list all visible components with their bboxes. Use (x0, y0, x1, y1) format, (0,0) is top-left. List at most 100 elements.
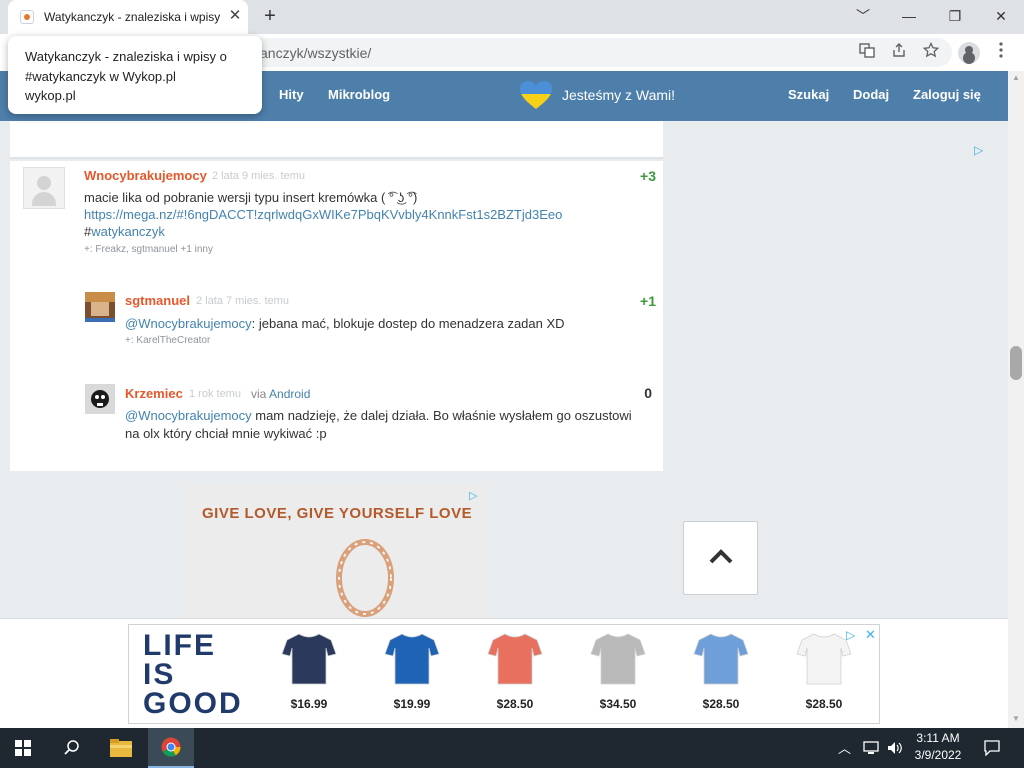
network-icon[interactable] (863, 741, 879, 755)
tshirt-product-icon[interactable] (590, 632, 646, 686)
bookmark-star-icon[interactable] (920, 41, 942, 64)
clock-time[interactable]: 3:11 AM (910, 731, 966, 745)
product-price[interactable]: $16.99 (279, 697, 339, 711)
tab-strip: Watykanczyk - znaleziska i wpisy ✕ + ﹀ —… (0, 0, 1024, 34)
wykop-favicon-icon (20, 10, 34, 24)
comment-author[interactable]: sgtmanuel (125, 293, 190, 308)
folder-icon (110, 739, 132, 757)
post-tag-line: #watykanczyk (84, 223, 165, 240)
nav-hity[interactable]: Hity (279, 87, 304, 102)
avatar-placeholder-icon[interactable] (23, 167, 65, 209)
previous-card (10, 121, 663, 159)
comment-votes[interactable]: +1 (616, 293, 656, 309)
tshirt-product-icon[interactable] (281, 632, 337, 686)
tooltip-domain: wykop.pl (25, 88, 76, 103)
post-plus-list[interactable]: +: Freakz, sgtmanuel +1 inny (84, 244, 213, 255)
tab-search-icon[interactable]: ﹀ (848, 4, 878, 28)
krzemiec-avatar-icon[interactable] (85, 384, 115, 414)
comment-text-line2: na olx który chciał mnie wykiwać :p (125, 426, 327, 441)
via-label: via (251, 387, 267, 401)
search-icon (64, 740, 79, 755)
restore-button[interactable]: ❐ (940, 4, 970, 28)
adchoices-icon[interactable]: ▷ (974, 143, 983, 157)
close-window-button[interactable]: ✕ (986, 4, 1016, 28)
browser-tab[interactable]: Watykanczyk - znaleziska i wpisy ✕ (8, 0, 248, 34)
translate-icon[interactable] (856, 42, 878, 64)
sgtmanuel-avatar-icon[interactable] (85, 292, 115, 322)
ukraine-heart-icon (520, 81, 552, 109)
minimize-button[interactable]: — (894, 4, 924, 28)
nav-dodaj[interactable]: Dodaj (853, 87, 889, 102)
scrollbar-thumb[interactable] (1010, 346, 1022, 380)
bottom-ad-banner: LIFE IS GOOD ▷ ✕ $16.99 $19.99 $28.50 $34.5… (0, 618, 1008, 729)
comment-body-line1: mam nadzieję, że dalej działa. Bo właśni… (251, 408, 632, 423)
comment-text: @Wnocybrakujemocy mam nadzieję, że dalej… (125, 407, 632, 424)
post-link-line: https://mega.nz/#!6ngDACCT!zqrlwdqGxWIKe… (84, 206, 562, 223)
share-icon[interactable] (888, 42, 910, 64)
product-price[interactable]: $28.50 (485, 697, 545, 711)
comment-via: via Android (251, 387, 310, 401)
comment-text: @Wnocybrakujemocy: jebana mać, blokuje d… (125, 315, 565, 332)
comment-votes[interactable]: 0 (612, 385, 652, 401)
comment-plus-list[interactable]: +: KarelTheCreator (125, 335, 210, 346)
page-content: ▷ Wnocybrakujemocy 2 lata 9 mies. temu +… (0, 121, 1008, 618)
scroll-to-top-button[interactable] (683, 521, 758, 595)
post-card: Wnocybrakujemocy 2 lata 9 mies. temu +3 … (10, 161, 663, 471)
tshirt-product-icon[interactable] (693, 632, 749, 686)
nav-zaloguj[interactable]: Zaloguj się (913, 87, 981, 102)
clock-date[interactable]: 3/9/2022 (910, 748, 966, 762)
earring-image-icon (336, 539, 394, 617)
comment-author[interactable]: Krzemiec (125, 386, 183, 401)
windows-logo-icon (15, 740, 31, 756)
page-scrollbar[interactable]: ▲ ▼ (1008, 71, 1024, 728)
new-tab-button[interactable]: + (258, 5, 282, 29)
post-votes[interactable]: +3 (616, 168, 656, 184)
scroll-down-arrow-icon[interactable]: ▼ (1012, 714, 1020, 723)
comment-mention[interactable]: @Wnocybrakujemocy (125, 316, 252, 331)
chevron-up-icon (709, 549, 733, 564)
nav-mikroblog[interactable]: Mikroblog (328, 87, 390, 102)
product-price[interactable]: $28.50 (794, 697, 854, 711)
ad-close-icon[interactable]: ✕ (865, 627, 876, 643)
tab-title: Watykanczyk - znaleziska i wpisy (44, 10, 220, 24)
search-button[interactable] (49, 728, 95, 768)
post-author[interactable]: Wnocybrakujemocy (84, 168, 207, 183)
post-link[interactable]: https://mega.nz/#!6ngDACCT!zqrlwdqGxWIKe… (84, 207, 562, 222)
nav-slogan[interactable]: Jesteśmy z Wami! (562, 87, 675, 103)
via-app[interactable]: Android (269, 387, 310, 401)
tray-chevron-up-icon[interactable]: ︿ (838, 738, 851, 757)
volume-icon[interactable] (887, 741, 903, 755)
tshirt-product-icon[interactable] (487, 632, 543, 686)
comment-date[interactable]: 1 rok temu (189, 388, 241, 400)
product-price[interactable]: $28.50 (691, 697, 751, 711)
menu-kebab-icon[interactable] (990, 42, 1012, 64)
logo-line: GOOD (143, 687, 243, 720)
file-explorer-button[interactable] (98, 728, 144, 768)
start-button[interactable] (0, 728, 46, 768)
post-text: macie lika od pobranie wersji typu inser… (84, 190, 418, 205)
profile-icon[interactable] (958, 42, 980, 64)
tshirt-product-icon[interactable] (796, 632, 852, 686)
logo-line: IS (143, 658, 176, 691)
post-date[interactable]: 2 lata 9 mies. temu (212, 170, 305, 182)
product-price[interactable]: $34.50 (588, 697, 648, 711)
nav-szukaj[interactable]: Szukaj (788, 87, 829, 102)
adchoices-icon[interactable]: ▷ (469, 489, 481, 502)
life-is-good-ad[interactable]: LIFE IS GOOD ▷ ✕ $16.99 $19.99 $28.50 $34.5… (128, 624, 880, 724)
post-tag[interactable]: watykanczyk (91, 224, 165, 239)
jewelry-ad[interactable]: GIVE LOVE, GIVE YOURSELF LOVE ▷ (185, 485, 485, 618)
url-text[interactable]: anczyk/wszystkie/ (260, 45, 371, 61)
tab-hover-tooltip: Watykanczyk - znaleziska i wpisy o #waty… (8, 36, 262, 114)
tooltip-title: Watykanczyk - znaleziska i wpisy o #waty… (25, 49, 227, 84)
product-price[interactable]: $19.99 (382, 697, 442, 711)
tshirt-product-icon[interactable] (384, 632, 440, 686)
comment-mention[interactable]: @Wnocybrakujemocy (125, 408, 252, 423)
life-is-good-logo: LIFE IS GOOD (143, 631, 243, 720)
chrome-icon (161, 737, 181, 757)
comment-date[interactable]: 2 lata 7 mies. temu (196, 295, 289, 307)
scroll-up-arrow-icon[interactable]: ▲ (1012, 73, 1020, 82)
notifications-icon[interactable] (984, 740, 1000, 756)
chrome-taskbar-button[interactable] (148, 728, 194, 768)
ad-headline: GIVE LOVE, GIVE YOURSELF LOVE (202, 505, 473, 522)
tab-close-icon[interactable]: ✕ (226, 7, 244, 25)
